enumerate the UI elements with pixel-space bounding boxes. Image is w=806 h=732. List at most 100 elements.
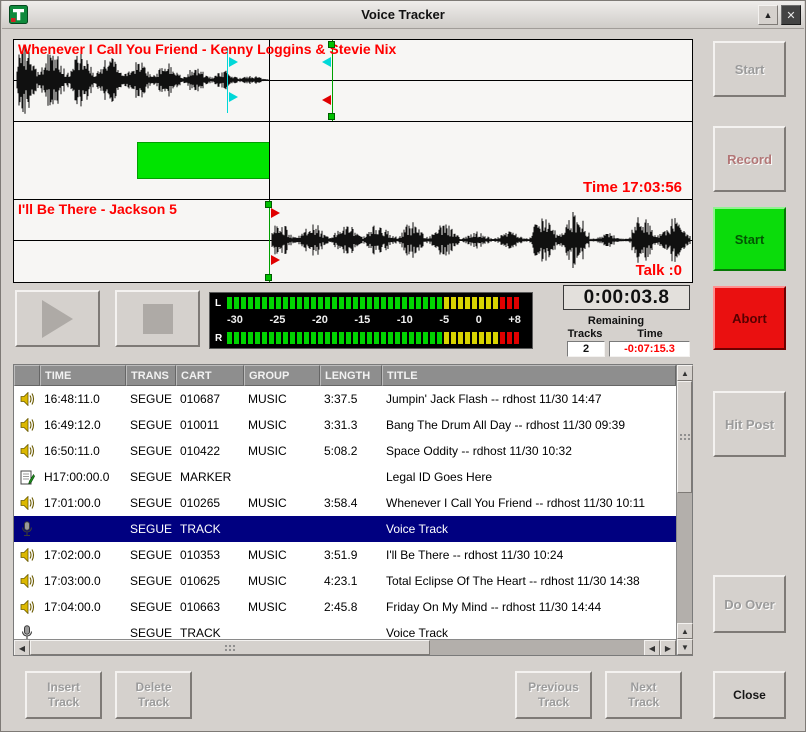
scroll-left-icon[interactable]: ◀ [14, 640, 30, 655]
fade-marker-handle-icon[interactable] [328, 41, 335, 48]
record-button[interactable]: Record [713, 126, 786, 192]
meter-scale: -30-25-20-15-10-50+8 [215, 314, 527, 327]
do-over-button[interactable]: Do Over [713, 575, 786, 633]
column-header-title[interactable]: TITLE [382, 365, 676, 386]
segue-marker-handle-icon[interactable] [271, 208, 280, 218]
meter-segment [423, 297, 428, 309]
start-track2-button[interactable]: Start [713, 207, 786, 271]
fade-marker-handle-icon[interactable] [328, 113, 335, 120]
meter-right-segments [227, 332, 527, 344]
insert-track-button[interactable]: Insert Track [25, 671, 102, 719]
meter-segment [514, 297, 519, 309]
scroll-right-icon[interactable]: ▶ [660, 640, 676, 655]
track2-waveform-panel[interactable]: I'll Be There - Jackson 5 Talk :0 [14, 200, 692, 282]
stop-button[interactable] [115, 290, 200, 347]
meter-segment [227, 297, 232, 309]
length-cell: 4:23.1 [320, 574, 382, 588]
speaker-icon [14, 392, 40, 406]
vertical-scrollbar[interactable]: ▲ ▲ ▼ [676, 365, 692, 655]
track1-waveform-panel[interactable]: Whenever I Call You Friend - Kenny Loggi… [14, 40, 692, 122]
voicetrack-panel[interactable]: Time 17:03:56 [14, 122, 692, 200]
marker-icon [14, 470, 40, 485]
hit-post-button[interactable]: Hit Post [713, 391, 786, 457]
horizontal-scroll-track[interactable] [430, 640, 644, 655]
talk-end-handle-icon[interactable] [322, 57, 331, 67]
start-marker-handle-icon[interactable] [265, 201, 272, 208]
meter-segment [241, 297, 246, 309]
horizontal-scroll-thumb[interactable] [30, 640, 430, 655]
meter-segment [262, 332, 267, 344]
log-row[interactable]: SEGUETRACKVoice Track [14, 516, 676, 542]
log-row[interactable]: SEGUETRACKVoice Track [14, 620, 676, 639]
meter-segment [304, 297, 309, 309]
track2-start-line[interactable] [269, 200, 270, 282]
column-header-time[interactable]: TIME [40, 365, 126, 386]
meter-segment [248, 297, 253, 309]
shade-icon[interactable]: ▲ [758, 5, 778, 25]
meter-scale-label: 0 [476, 314, 482, 327]
column-header-group[interactable]: GROUP [244, 365, 320, 386]
close-button[interactable]: Close [713, 671, 786, 719]
close-window-icon[interactable]: ✕ [781, 5, 801, 25]
log-row[interactable]: 17:01:00.0SEGUE010265MUSIC3:58.4Whenever… [14, 490, 676, 516]
meter-segment [416, 297, 421, 309]
log-table-main: TIMETRANSCARTGROUPLENGTHTITLE 16:48:11.0… [14, 365, 676, 655]
start-track1-button[interactable]: Start [713, 41, 786, 97]
scroll-left-icon[interactable]: ◀ [644, 640, 660, 655]
meter-segment [486, 297, 491, 309]
scroll-down-icon[interactable]: ▼ [677, 639, 693, 655]
meter-segment [437, 297, 442, 309]
cart-cell: 010625 [176, 574, 244, 588]
segue-marker-handle-icon[interactable] [322, 95, 331, 105]
track2-title: I'll Be There - Jackson 5 [18, 201, 177, 217]
log-row[interactable]: 16:50:11.0SEGUE010422MUSIC5:08.2Space Od… [14, 438, 676, 464]
column-header-icon[interactable] [14, 365, 40, 386]
vertical-scroll-thumb[interactable] [677, 381, 692, 493]
trans-cell: SEGUE [126, 574, 176, 588]
voicetrack-region[interactable] [137, 142, 270, 179]
previous-track-button[interactable]: Previous Track [515, 671, 592, 719]
meter-scale-label: -10 [397, 314, 413, 327]
delete-track-button[interactable]: Delete Track [115, 671, 192, 719]
log-row[interactable]: 17:03:00.0SEGUE010625MUSIC4:23.1Total Ec… [14, 568, 676, 594]
meter-segment [353, 297, 358, 309]
meter-segment [262, 297, 267, 309]
abort-button[interactable]: Abort [713, 286, 786, 350]
meter-segment [507, 297, 512, 309]
meter-segment [458, 332, 463, 344]
time-cell: 16:48:11.0 [40, 392, 126, 406]
talk-marker-line[interactable] [227, 48, 228, 113]
log-row[interactable]: 16:49:12.0SEGUE010011MUSIC3:31.3Bang The… [14, 412, 676, 438]
column-header-cart[interactable]: CART [176, 365, 244, 386]
log-row[interactable]: 17:02:00.0SEGUE010353MUSIC3:51.9I'll Be … [14, 542, 676, 568]
vertical-scroll-track[interactable] [677, 493, 692, 623]
play-button[interactable] [15, 290, 100, 347]
column-header-trans[interactable]: TRANS [126, 365, 176, 386]
start-marker-handle-icon[interactable] [265, 274, 272, 281]
talk-marker-handle-icon[interactable] [229, 92, 238, 102]
scroll-up-icon[interactable]: ▲ [677, 365, 693, 381]
meter-segment [444, 297, 449, 309]
log-row[interactable]: H17:00:00.0SEGUEMARKERLegal ID Goes Here [14, 464, 676, 490]
talk-marker-handle-icon[interactable] [229, 57, 238, 67]
meter-segment [493, 332, 498, 344]
cart-cell: 010011 [176, 418, 244, 432]
trans-cell: SEGUE [126, 522, 176, 536]
horizontal-scrollbar[interactable]: ◀ ◀ ▶ [14, 639, 676, 655]
log-row[interactable]: 17:04:00.0SEGUE010663MUSIC2:45.8Friday O… [14, 594, 676, 620]
log-table: TIMETRANSCARTGROUPLENGTHTITLE 16:48:11.0… [13, 364, 693, 656]
next-track-button[interactable]: Next Track [605, 671, 682, 719]
meter-segment [472, 297, 477, 309]
column-header-length[interactable]: LENGTH [320, 365, 382, 386]
meter-segment [325, 297, 330, 309]
scroll-up-icon[interactable]: ▲ [677, 623, 693, 639]
length-cell: 3:31.3 [320, 418, 382, 432]
log-row[interactable]: 16:48:11.0SEGUE010687MUSIC3:37.5Jumpin' … [14, 386, 676, 412]
meter-segment [255, 332, 260, 344]
meter-segment [332, 297, 337, 309]
talk-display: Talk :0 [636, 262, 682, 279]
segue-marker-handle-icon[interactable] [271, 255, 280, 265]
meter-segment [346, 297, 351, 309]
meter-segment [290, 297, 295, 309]
log-table-body: 16:48:11.0SEGUE010687MUSIC3:37.5Jumpin' … [14, 386, 676, 639]
